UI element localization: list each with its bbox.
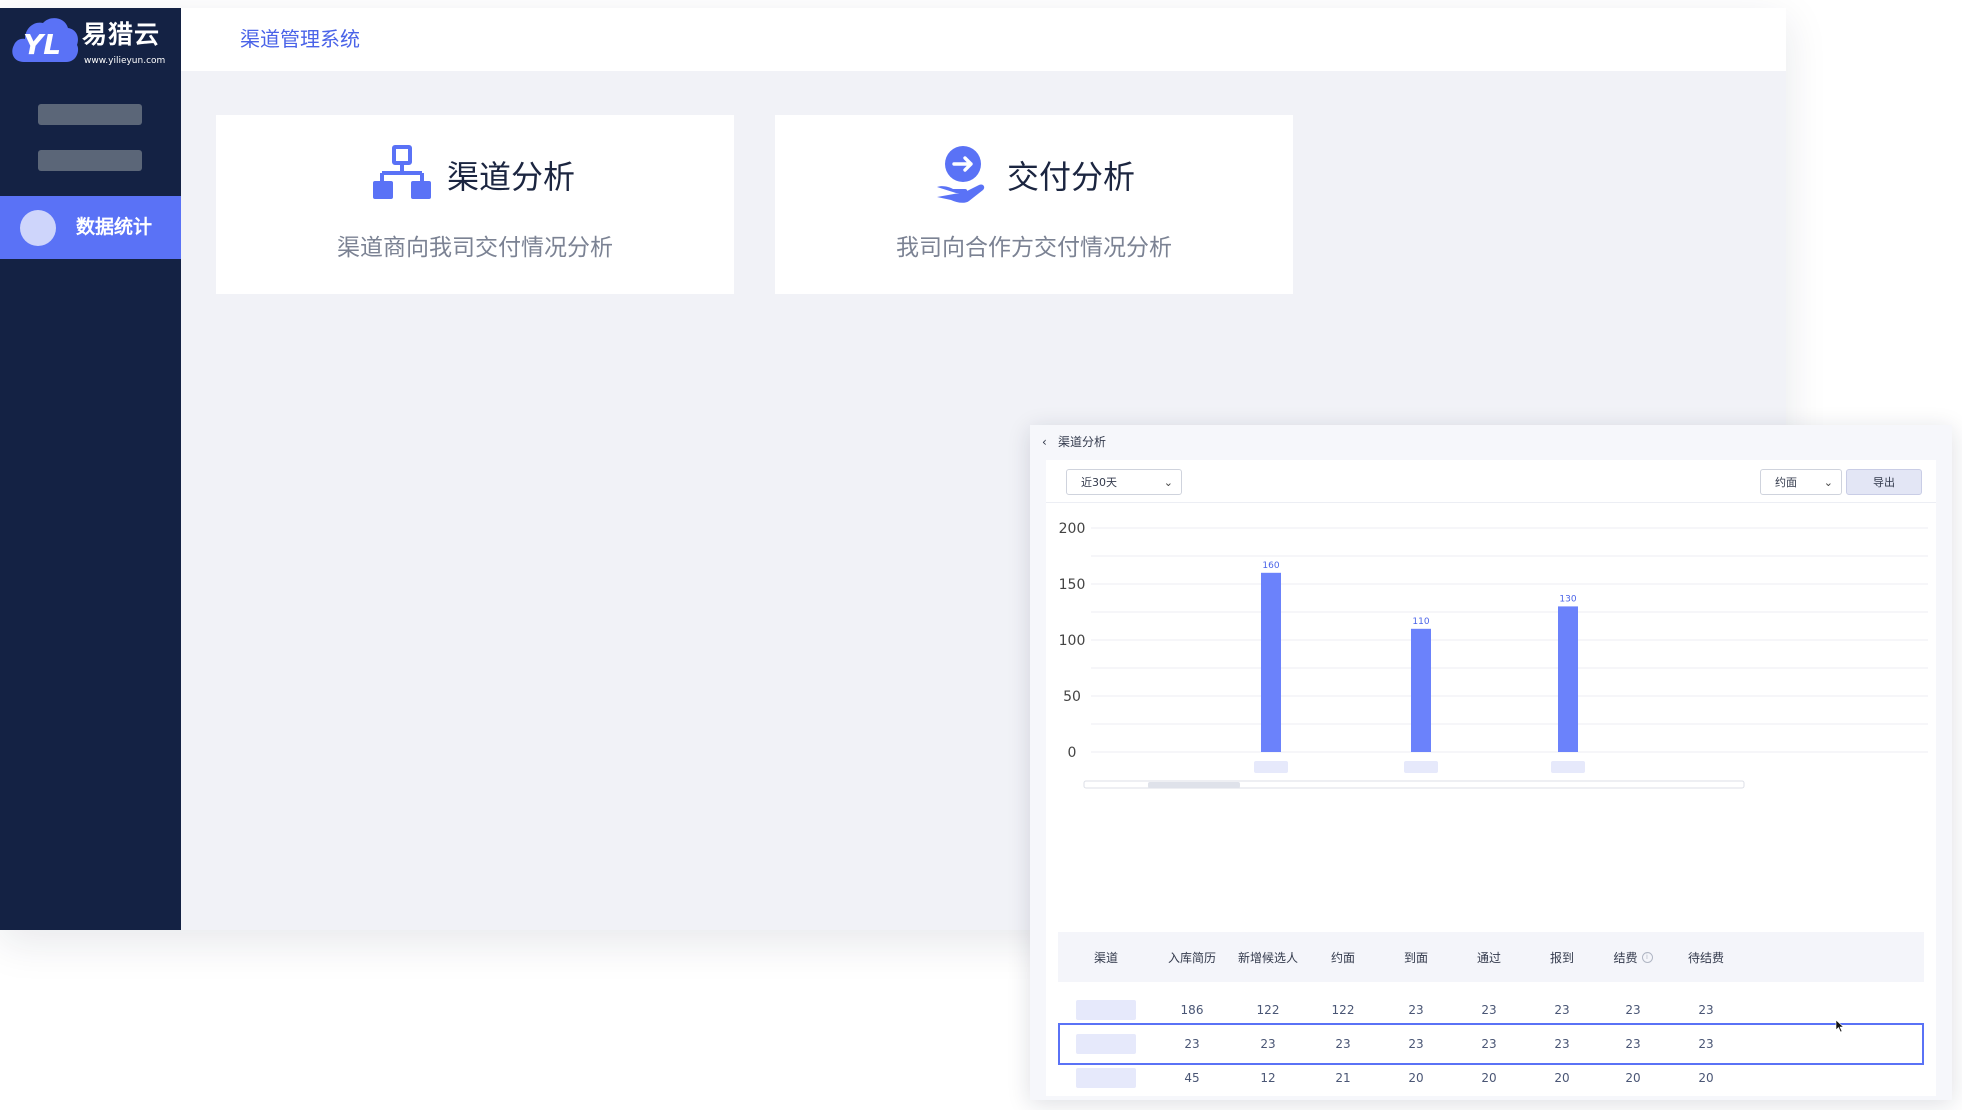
column-header[interactable]: 到面 <box>1379 932 1453 982</box>
metric-value: 约面 <box>1775 476 1797 489</box>
table-cell: 45 <box>1184 1071 1200 1085</box>
channel-name-cell <box>1069 1057 1143 1099</box>
hierarchy-icon <box>373 145 431 199</box>
channel-name-placeholder <box>1076 1000 1136 1020</box>
chevron-down-icon: ⌄ <box>1823 476 1833 489</box>
column-header-label: 报到 <box>1549 950 1574 965</box>
table-cell: 20 <box>1408 1071 1424 1085</box>
column-header[interactable]: 约面 <box>1306 932 1380 982</box>
y-tick-label: 0 <box>1068 745 1077 761</box>
circle-icon <box>20 210 56 246</box>
mouse-cursor-icon <box>1835 1019 1845 1033</box>
column-header[interactable]: 入库简历 <box>1155 932 1229 982</box>
logo-glyph: YL <box>23 28 61 61</box>
column-header-label: 待结费 <box>1687 950 1724 965</box>
bar <box>1411 628 1431 752</box>
table-cell: 20 <box>1481 1071 1497 1085</box>
analysis-panel: 近30天 ⌄ 约面 ⌄ 导出 0 50 100 150 200 160 110 130 渠道 入… <box>1046 460 1936 1096</box>
column-header[interactable]: 待结费 <box>1669 932 1743 982</box>
table-cell: 20 <box>1625 1071 1641 1085</box>
sidebar-item-placeholder-1[interactable] <box>38 104 142 125</box>
hand-arrow-icon <box>937 146 985 203</box>
column-header[interactable]: 结费 i <box>1596 932 1670 982</box>
column-header-label: 约面 <box>1330 950 1355 965</box>
metric-select[interactable]: 约面 ⌄ <box>1760 469 1842 495</box>
data-label: 130 <box>1559 594 1576 604</box>
column-header-label: 渠道 <box>1093 950 1118 965</box>
bar-chart: 0 50 100 150 200 160 110 130 <box>1059 521 1928 789</box>
bar <box>1261 572 1281 752</box>
column-header-label: 到面 <box>1403 950 1428 965</box>
column-header[interactable]: 新增候选人 <box>1231 932 1305 982</box>
column-header[interactable]: 报到 <box>1525 932 1599 982</box>
sidebar-item-label: 数据统计 <box>76 216 153 238</box>
export-button[interactable]: 导出 <box>1846 469 1922 495</box>
channel-analysis-card[interactable]: 渠道分析 渠道商向我司交付情况分析 <box>216 115 734 294</box>
column-header-label: 通过 <box>1476 950 1501 965</box>
bar <box>1558 606 1578 752</box>
sidebar: YL 易猎云 www.yilieyun.com 数据统计 <box>0 8 181 930</box>
table-header: 渠道 入库简历 新增候选人 约面 到面 通过 报到 结费 i 待结费 <box>1058 932 1924 982</box>
y-tick-label: 50 <box>1063 689 1081 705</box>
toolbar: 近30天 ⌄ 约面 ⌄ 导出 <box>1046 460 1936 503</box>
logo[interactable]: YL 易猎云 www.yilieyun.com <box>10 12 178 72</box>
channel-name-placeholder <box>1076 1068 1136 1088</box>
card-description: 我司向合作方交付情况分析 <box>896 235 1172 261</box>
chevron-down-icon: ⌄ <box>1163 476 1173 489</box>
back-chevron-icon[interactable]: ‹ <box>1042 434 1047 450</box>
table-cell: 21 <box>1335 1071 1351 1085</box>
table-cell: 20 <box>1698 1071 1714 1085</box>
system-title: 渠道管理系统 <box>240 27 360 51</box>
delivery-analysis-card[interactable]: 交付分析 我司向合作方交付情况分析 <box>775 115 1293 294</box>
column-header-label: 结费 <box>1613 950 1638 965</box>
info-icon[interactable]: i <box>1641 951 1653 963</box>
data-label: 110 <box>1412 617 1429 627</box>
y-tick-label: 100 <box>1059 633 1086 649</box>
y-tick-label: 150 <box>1059 577 1086 593</box>
channel-name-placeholder <box>1076 1034 1136 1054</box>
table-cell: 12 <box>1260 1071 1276 1085</box>
column-header[interactable]: 通过 <box>1452 932 1526 982</box>
channel-analysis-window: ‹ 渠道分析 近30天 ⌄ 约面 ⌄ 导出 0 50 100 150 200 160 110… <box>1030 425 1952 1100</box>
card-title: 交付分析 <box>1007 158 1136 196</box>
date-range-value: 近30天 <box>1081 476 1117 489</box>
chart-scrollbar-thumb <box>1148 782 1240 788</box>
cloud-logo-icon: YL <box>12 18 79 62</box>
top-bar: 渠道管理系统 <box>181 8 1786 71</box>
column-header-label: 新增候选人 <box>1237 950 1298 965</box>
date-range-select[interactable]: 近30天 ⌄ <box>1066 469 1182 495</box>
x-tick-label-placeholder <box>1551 761 1585 773</box>
table-row[interactable]: 45 12 21 20 20 20 20 20 <box>1058 1057 1924 1099</box>
sidebar-item-placeholder-2[interactable] <box>38 150 142 171</box>
card-title: 渠道分析 <box>447 158 576 196</box>
sidebar-item-data-stats[interactable]: 数据统计 <box>0 196 181 259</box>
table-cell: 20 <box>1554 1071 1570 1085</box>
card-header: 渠道分析 <box>216 145 734 205</box>
logo-name: 易猎云 <box>82 20 161 49</box>
x-tick-label-placeholder <box>1404 761 1438 773</box>
logo-url: www.yilieyun.com <box>84 56 166 66</box>
column-header[interactable]: 渠道 <box>1069 932 1143 982</box>
y-tick-label: 200 <box>1059 521 1086 537</box>
data-label: 160 <box>1262 561 1279 571</box>
column-header-label: 入库简历 <box>1167 950 1216 965</box>
x-tick-label-placeholder <box>1254 761 1288 773</box>
card-description: 渠道商向我司交付情况分析 <box>337 235 613 261</box>
card-header: 交付分析 <box>775 145 1293 205</box>
back-link[interactable]: 渠道分析 <box>1058 434 1106 450</box>
